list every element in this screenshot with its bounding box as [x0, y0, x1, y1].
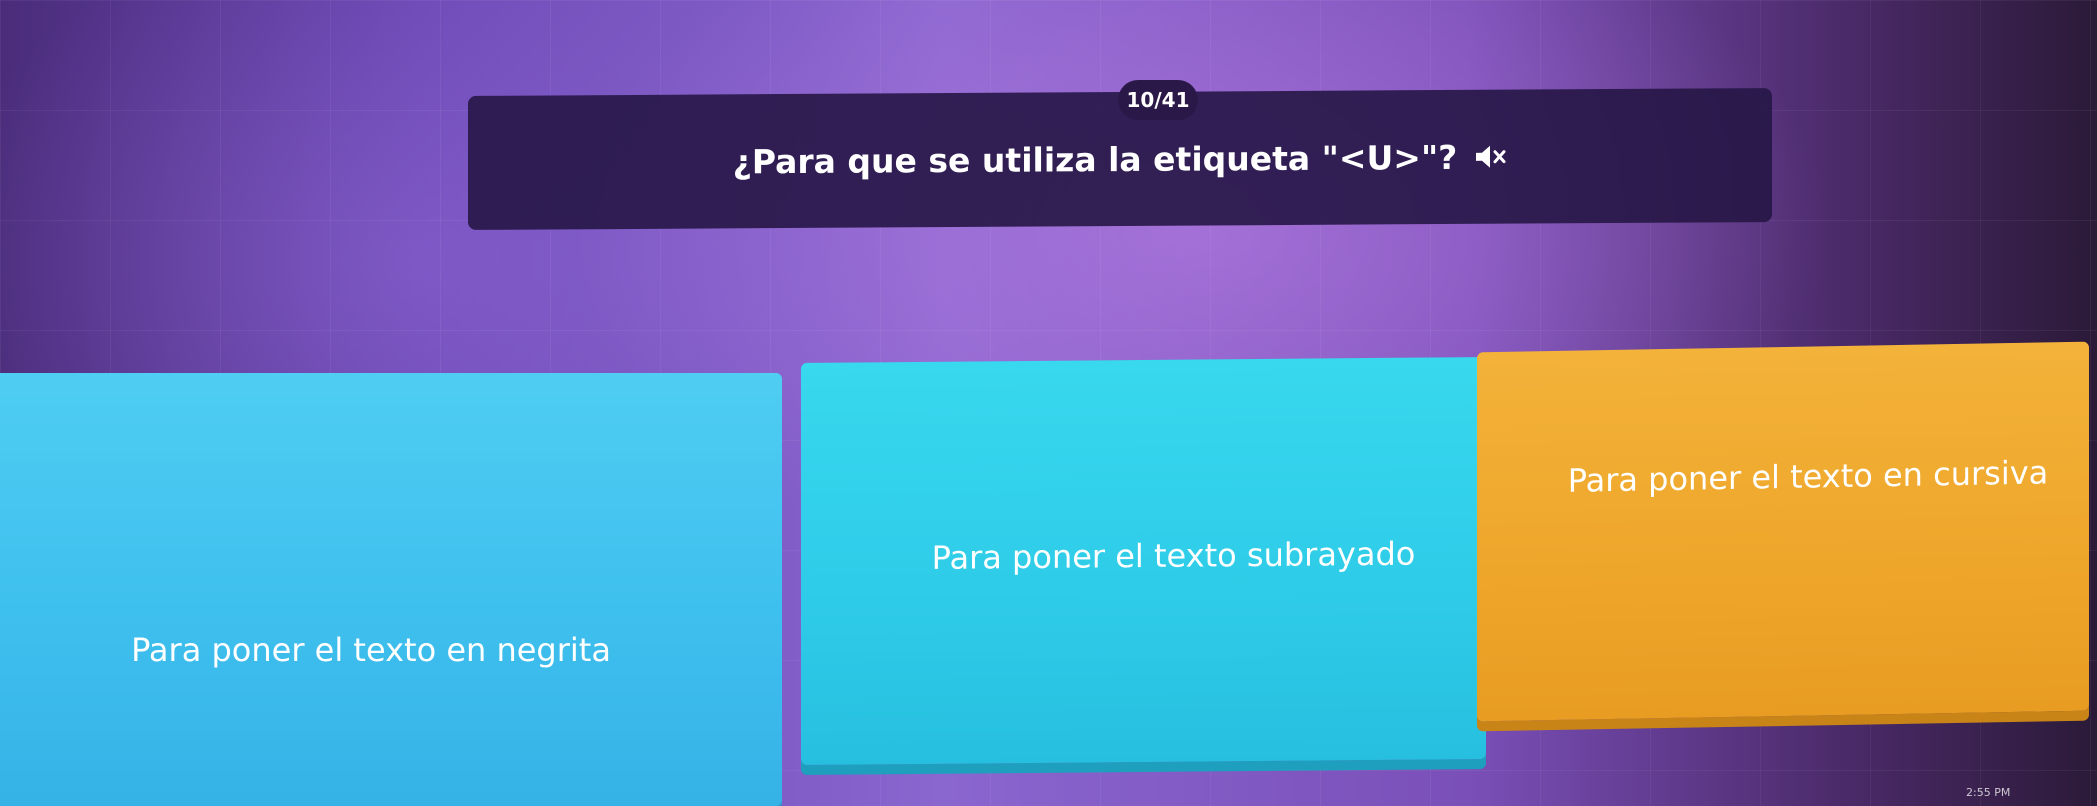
answer-option-1[interactable]: Para poner el texto en negrita: [0, 373, 782, 806]
answer-option-2-label: Para poner el texto subrayado: [931, 534, 1416, 577]
answer-option-1-label: Para poner el texto en negrita: [131, 630, 611, 669]
question-text: ¿Para que se utiliza la etiqueta "<U>"?: [732, 137, 1458, 181]
system-clock: 2:55 PM: [1966, 786, 2011, 799]
answer-option-3[interactable]: Para poner el texto en cursiva: [1477, 341, 2089, 722]
answer-option-3-label: Para poner el texto en cursiva: [1567, 452, 2049, 500]
answer-option-2[interactable]: Para poner el texto subrayado: [801, 357, 1486, 765]
question-counter: 10/41: [1118, 80, 1198, 120]
speaker-mute-icon[interactable]: [1473, 142, 1507, 172]
